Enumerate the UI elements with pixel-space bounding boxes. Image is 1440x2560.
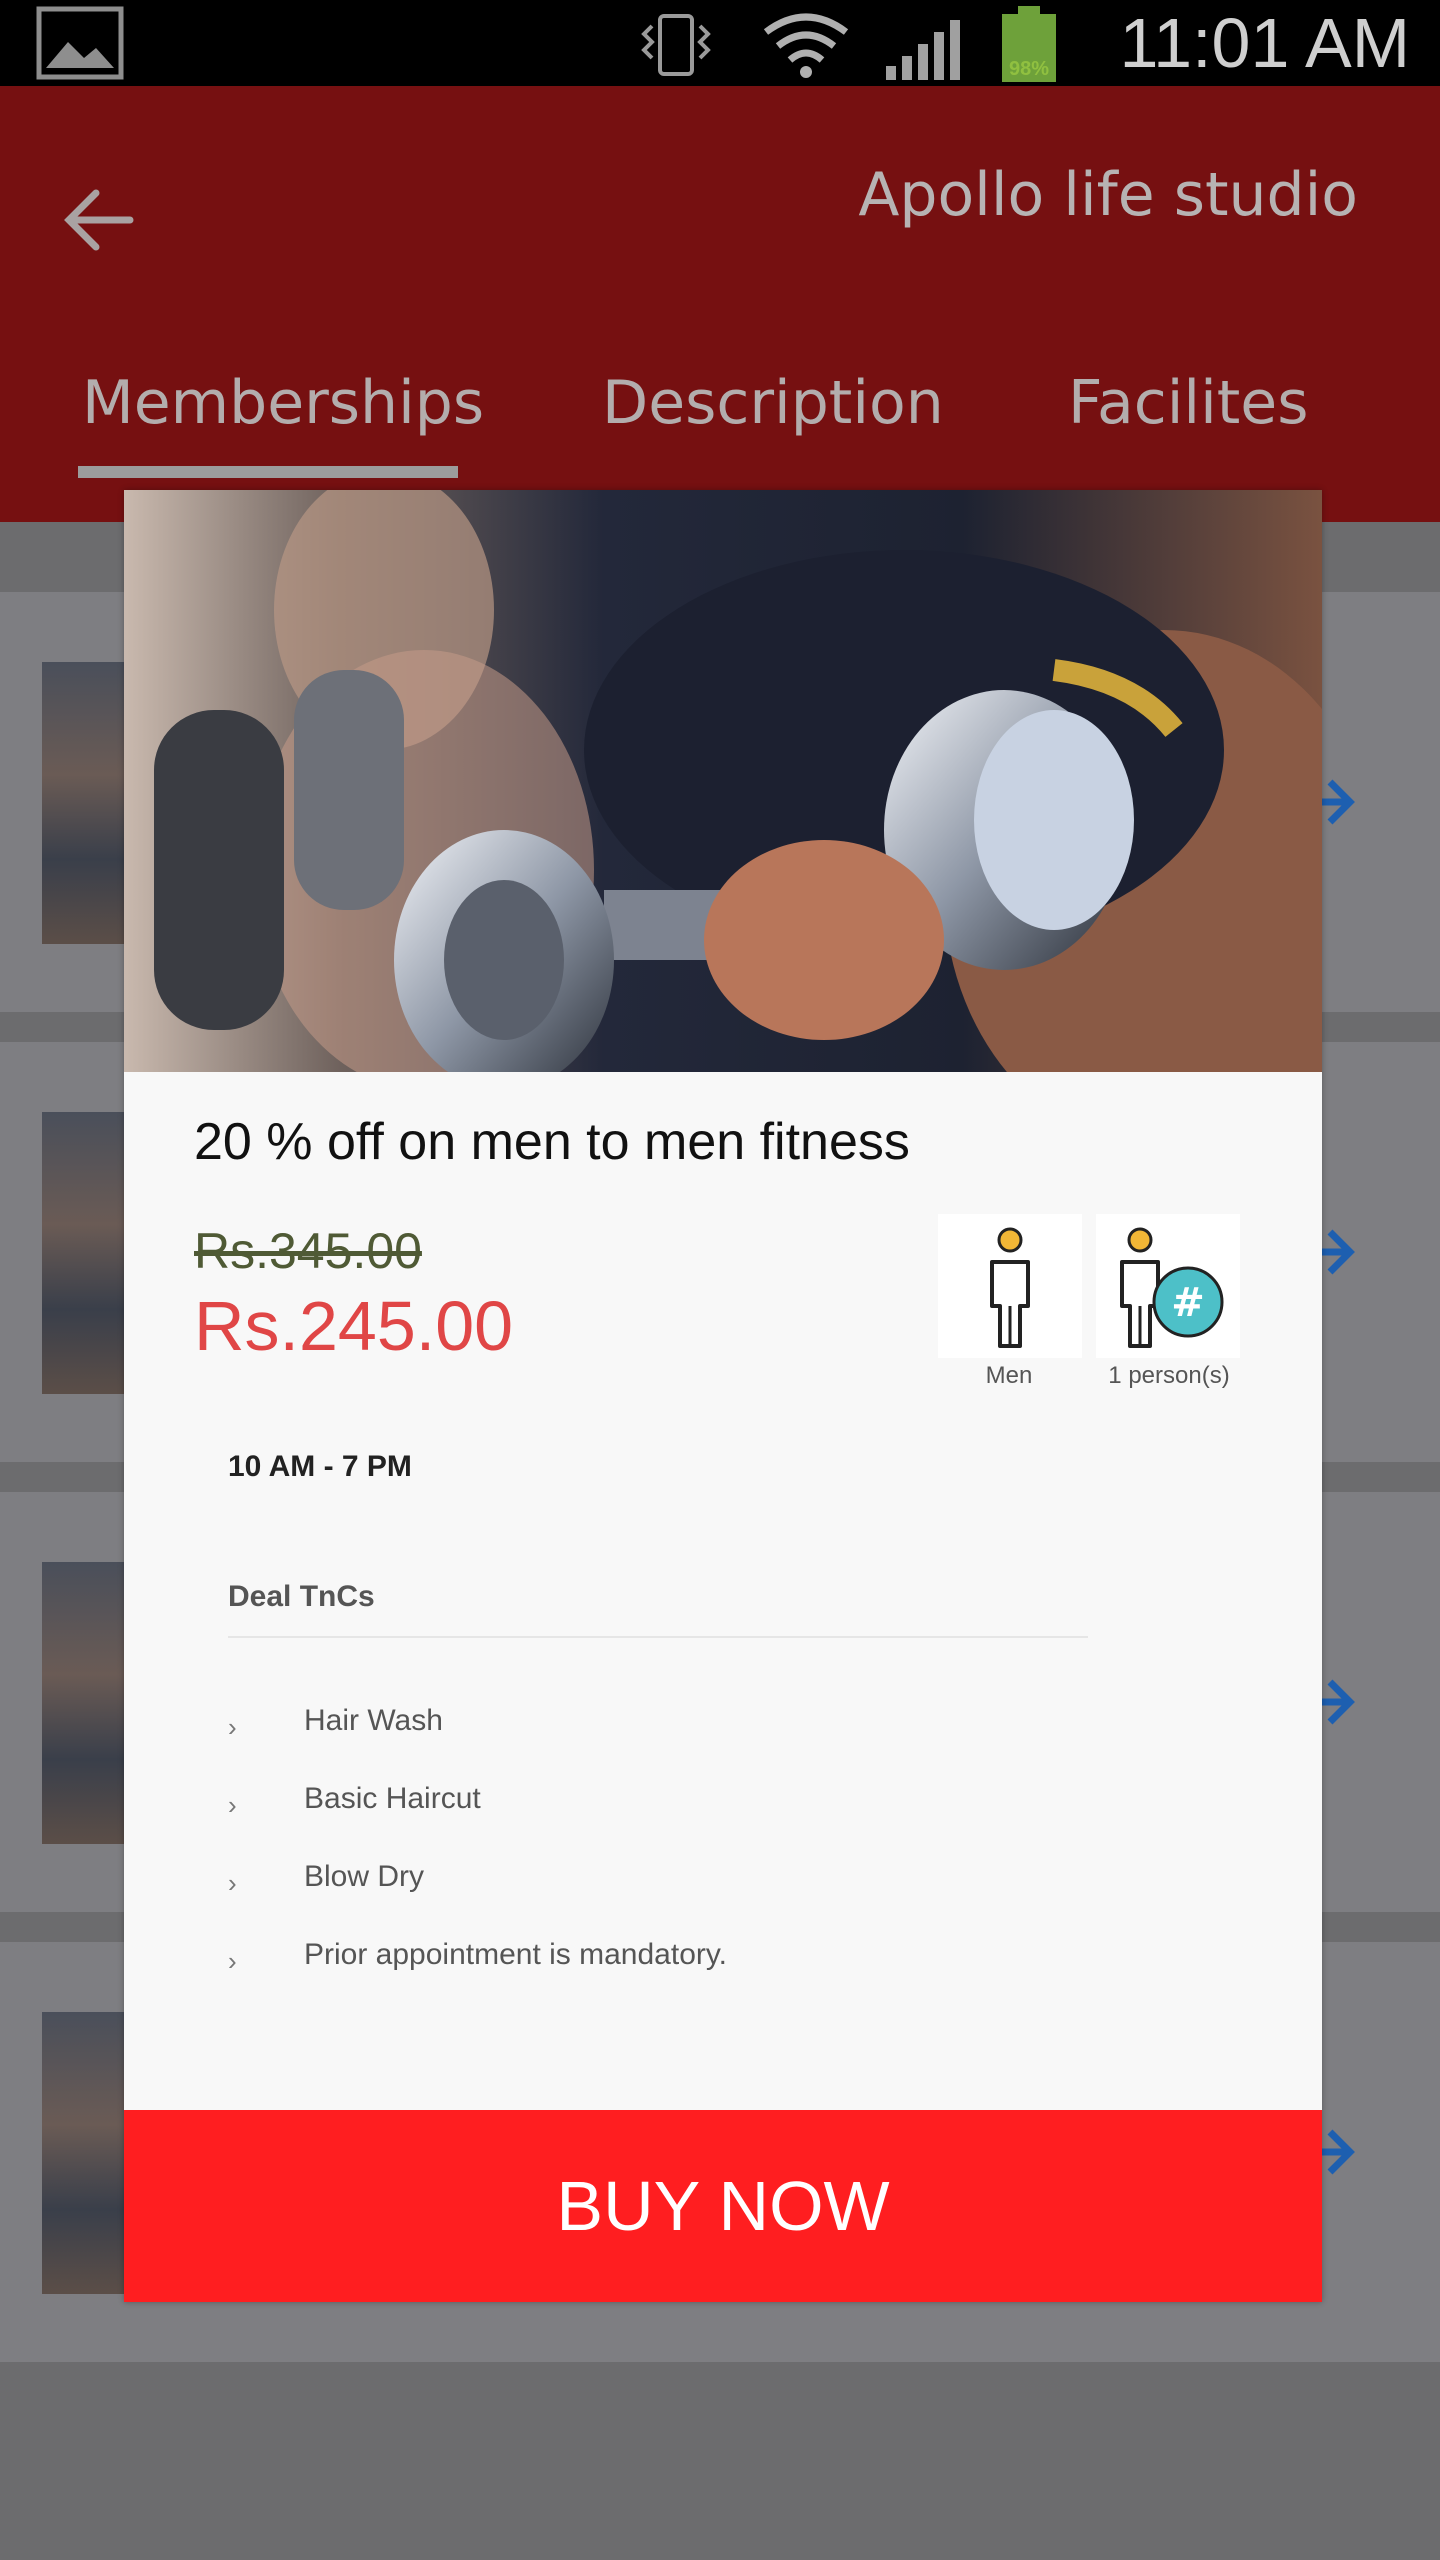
- active-tab-indicator: [78, 466, 458, 478]
- vibrate-icon: [641, 14, 711, 76]
- deal-timing: 10 AM - 7 PM: [228, 1450, 412, 1483]
- arrow-left-icon[interactable]: [60, 181, 138, 259]
- men-badge-label: Men: [985, 1362, 1033, 1389]
- battery-percent: 98%: [1008, 58, 1050, 80]
- list-item-thumbnail: [42, 1112, 128, 1394]
- deal-image: [124, 490, 1322, 1072]
- chevron-right-icon: ›: [228, 1790, 237, 1820]
- svg-text:#: #: [1171, 1280, 1205, 1326]
- tnc-item-text: Blow Dry: [304, 1860, 425, 1893]
- wifi-icon: [763, 13, 849, 78]
- men-badge: [938, 1214, 1082, 1358]
- chevron-right-icon: ›: [228, 1712, 237, 1742]
- discounted-price: Rs.245.00: [194, 1287, 514, 1365]
- status-bar: 98% 11:01 AM: [0, 0, 1440, 86]
- buy-now-button[interactable]: BUY NOW: [124, 2110, 1322, 2302]
- signal-icon: [886, 20, 960, 80]
- deal-dialog: 20 % off on men to men fitness Rs.345.00…: [124, 490, 1322, 2302]
- person-count-icon: #: [1120, 1227, 1224, 1348]
- chevron-right-icon: ›: [228, 1868, 237, 1898]
- chevron-right-icon: ›: [228, 1946, 237, 1976]
- list-item-thumbnail: [42, 2012, 128, 2294]
- man-icon: [990, 1227, 1030, 1348]
- tab-description[interactable]: Description: [602, 368, 944, 438]
- divider: [228, 1636, 1088, 1638]
- tab-facilities[interactable]: Facilites: [1068, 368, 1308, 438]
- status-clock: 11:01 AM: [1119, 4, 1410, 82]
- app-header: Apollo life studio Memberships Descripti…: [0, 86, 1440, 522]
- tnc-heading: Deal TnCs: [228, 1580, 375, 1613]
- original-price: Rs.345.00: [194, 1223, 422, 1279]
- person-count-badge: #: [1096, 1214, 1240, 1358]
- tnc-item-text: Basic Haircut: [304, 1782, 481, 1815]
- tnc-item-text: Prior appointment is mandatory.: [304, 1938, 727, 1971]
- list-item-thumbnail: [42, 662, 128, 944]
- person-count-label: 1 person(s): [1108, 1362, 1230, 1389]
- deal-title: 20 % off on men to men fitness: [194, 1113, 910, 1171]
- list-item-thumbnail: [42, 1562, 128, 1844]
- tnc-item-text: Hair Wash: [304, 1704, 443, 1737]
- tab-memberships[interactable]: Memberships: [82, 368, 484, 438]
- gallery-icon: [36, 6, 124, 80]
- page-title: Apollo life studio: [858, 160, 1358, 230]
